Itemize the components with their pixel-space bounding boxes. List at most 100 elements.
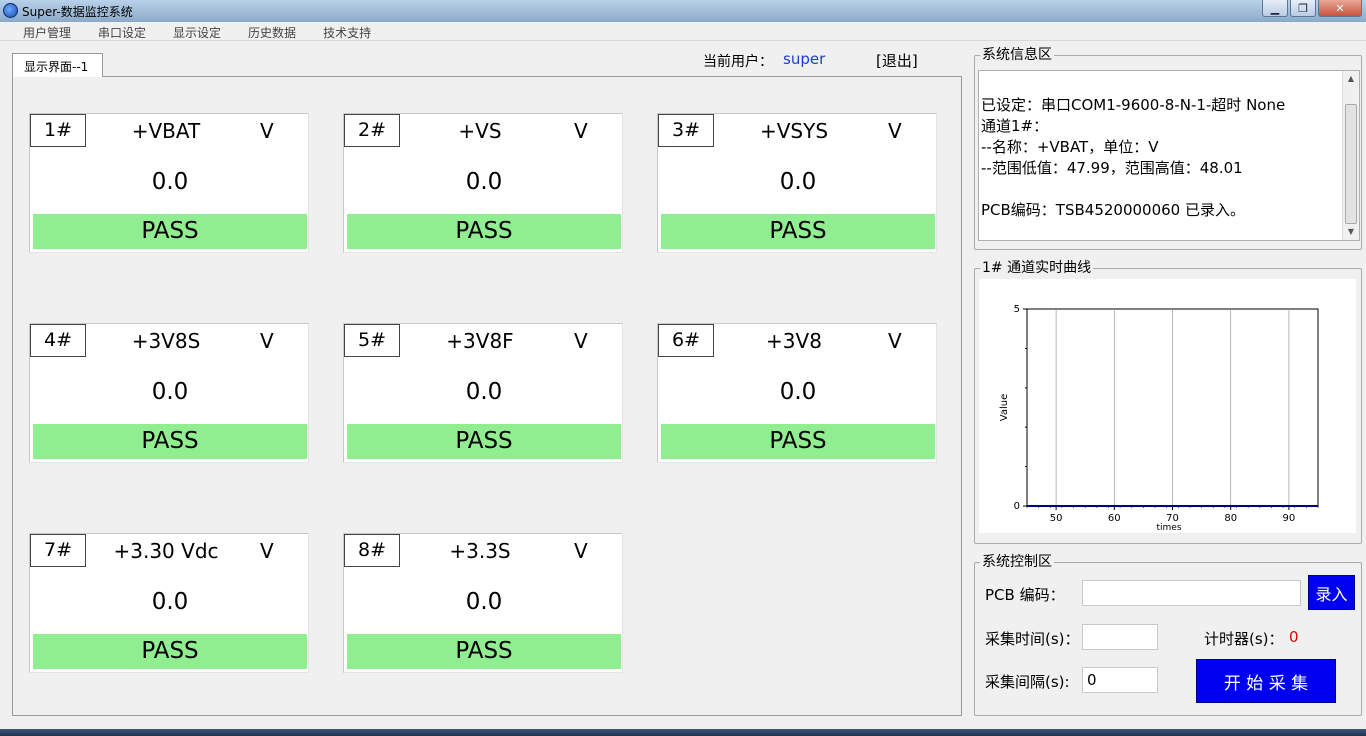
channel-name: +VSYS [759, 119, 829, 143]
scroll-thumb[interactable] [1345, 104, 1357, 224]
taskbar [0, 729, 1366, 736]
collect-time-label: 采集时间(s)： [985, 630, 1080, 648]
channel-number: 2# [344, 114, 400, 147]
timer-value: 0 [1289, 628, 1299, 646]
chart-svg: 50 60 70 80 9005timesValue [999, 304, 1319, 533]
minimize-button[interactable]: ▁ [1262, 0, 1288, 17]
menu-user-management[interactable]: 用户管理 [10, 22, 85, 41]
system-info-textbox[interactable]: 已设定：串口COM1-9600-8-N-1-超时 None 通道1#： --名称：+… [978, 70, 1360, 241]
menu-bar: 用户管理 串口设定 显示设定 历史数据 技术支持 [0, 22, 1366, 41]
channel-number: 8# [344, 534, 400, 567]
x-tick-label: 50 [1050, 513, 1063, 524]
realtime-chart-title: 1# 通道实时曲线 [980, 260, 1094, 276]
channel-name: +VS [458, 119, 502, 143]
y-axis-label: Value [999, 394, 1010, 421]
x-tick-label: 80 [1224, 513, 1237, 524]
tab-display-1[interactable]: 显示界面--1 [12, 53, 103, 77]
maximize-button[interactable]: ❐ [1290, 0, 1316, 17]
interval-input[interactable] [1082, 667, 1158, 693]
x-axis-label: times [1156, 523, 1181, 533]
channel-name: +3V8 [766, 329, 822, 353]
x-tick-label: 60 [1108, 513, 1121, 524]
scroll-up-icon[interactable]: ▲ [1343, 71, 1359, 87]
start-collect-button[interactable]: 开 始 采 集 [1196, 659, 1336, 703]
system-control-title: 系统控制区 [980, 554, 1054, 570]
channel-name: +3V8S [131, 329, 201, 353]
collect-time-input[interactable] [1082, 624, 1158, 650]
channel-value: 0.0 [779, 379, 817, 405]
channel-card-7: 7# +3.30 Vdc V 0.0 PASS [29, 533, 309, 673]
logout-link[interactable]: [退出] [876, 50, 918, 71]
y-tick-label: 0 [1014, 501, 1020, 512]
close-button[interactable]: ✕ [1318, 0, 1362, 17]
menu-history-data[interactable]: 历史数据 [235, 22, 310, 41]
system-info-title: 系统信息区 [980, 47, 1054, 63]
realtime-chart: 50 60 70 80 90 0 5 times Value [979, 279, 1356, 533]
channel-value: 0.0 [465, 379, 503, 405]
info-line: 已设定：串口COM1-9600-8-N-1-超时 None [981, 96, 1286, 114]
channel-number: 6# [658, 324, 714, 357]
channel-card-6: 6# +3V8 V 0.0 PASS [657, 323, 937, 463]
channel-number: 5# [344, 324, 400, 357]
app-icon [3, 3, 18, 18]
channel-status: PASS [347, 424, 621, 459]
channel-number: 3# [658, 114, 714, 147]
title-bar: Super-数据监控系统 ▁ ❐ ✕ [0, 0, 1366, 22]
channel-card-5: 5# +3V8F V 0.0 PASS [343, 323, 623, 463]
window-title: Super-数据监控系统 [22, 5, 133, 19]
channel-unit: V [260, 329, 274, 353]
channel-card-8: 8# +3.3S V 0.0 PASS [343, 533, 623, 673]
scroll-down-icon[interactable]: ▼ [1343, 224, 1359, 240]
menu-tech-support[interactable]: 技术支持 [310, 22, 385, 41]
channel-unit: V [260, 119, 274, 143]
channel-unit: V [888, 329, 902, 353]
channel-unit: V [888, 119, 902, 143]
channel-name: +3.30 Vdc [113, 539, 219, 563]
channel-card-1: 1# +VBAT V 0.0 PASS [29, 113, 309, 253]
channel-unit: V [574, 119, 588, 143]
channel-status: PASS [33, 424, 307, 459]
channel-name: +VBAT [131, 119, 201, 143]
current-user-label: 当前用户： [703, 54, 773, 70]
channel-status: PASS [33, 214, 307, 249]
channel-status: PASS [33, 634, 307, 669]
channel-number: 7# [30, 534, 86, 567]
menu-display-settings[interactable]: 显示设定 [160, 22, 235, 41]
channel-card-3: 3# +VSYS V 0.0 PASS [657, 113, 937, 253]
channel-unit: V [574, 329, 588, 353]
pcb-label: PCB 编码： [985, 586, 1065, 604]
record-button[interactable]: 录入 [1308, 575, 1355, 610]
x-tick-label: 90 [1283, 513, 1296, 524]
system-info-text: 已设定：串口COM1-9600-8-N-1-超时 None 通道1#： --名称：+… [981, 95, 1285, 221]
channel-card-4: 4# +3V8S V 0.0 PASS [29, 323, 309, 463]
channel-value: 0.0 [151, 589, 189, 615]
channel-name: +3.3S [449, 539, 511, 563]
channel-value: 0.0 [151, 169, 189, 195]
info-line: 通道1#： [981, 117, 1049, 135]
channel-value: 0.0 [465, 169, 503, 195]
channel-value: 0.0 [151, 379, 189, 405]
info-line: --范围低值：47.99，范围高值：48.01 [981, 159, 1243, 177]
channel-unit: V [574, 539, 588, 563]
y-tick-label: 5 [1014, 304, 1020, 315]
menu-serial-settings[interactable]: 串口设定 [85, 22, 160, 41]
channel-number: 4# [30, 324, 86, 357]
interval-label: 采集间隔(s): [985, 673, 1070, 691]
info-line: PCB编码：TSB4520000060 已录入。 [981, 201, 1245, 219]
channel-value: 0.0 [465, 589, 503, 615]
timer-label: 计时器(s)： [1204, 630, 1284, 648]
channel-status: PASS [347, 214, 621, 249]
channel-name: +3V8F [446, 329, 514, 353]
window-controls: ▁ ❐ ✕ [1262, 0, 1362, 18]
channel-number: 1# [30, 114, 86, 147]
channel-value: 0.0 [779, 169, 817, 195]
channel-status: PASS [661, 424, 935, 459]
channel-status: PASS [347, 634, 621, 669]
pcb-input[interactable] [1082, 580, 1301, 606]
channel-card-2: 2# +VS V 0.0 PASS [343, 113, 623, 253]
info-line: --名称：+VBAT，单位：V [981, 138, 1159, 156]
info-scrollbar[interactable]: ▲ ▼ [1342, 71, 1359, 240]
info-line [981, 179, 1285, 200]
current-user-name: super [783, 50, 826, 68]
channel-unit: V [260, 539, 274, 563]
